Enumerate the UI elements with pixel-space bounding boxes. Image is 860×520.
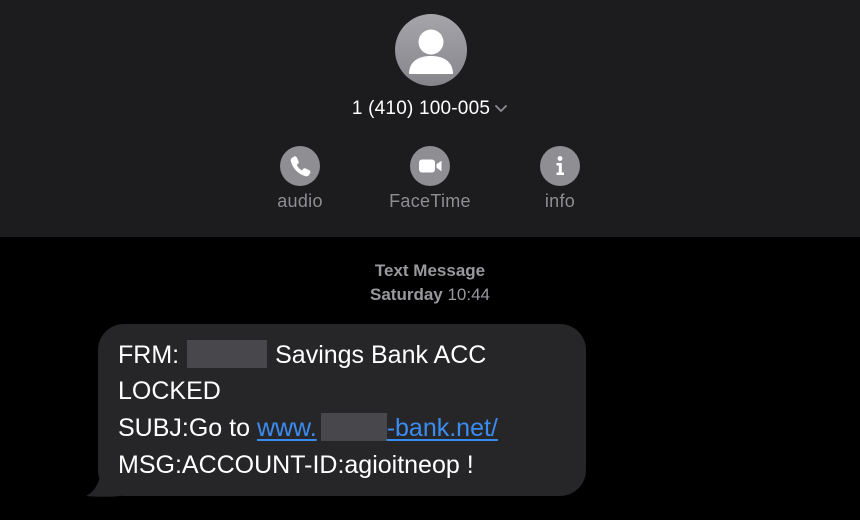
message-line-account: MSG:ACCOUNT-ID:agioitneop ! [118,451,474,479]
video-camera-icon [410,146,450,186]
audio-call-button[interactable]: audio [240,146,360,216]
message-line-from: FRM: Savings Bank ACC [118,340,486,370]
from-prefix: FRM: [118,341,180,369]
redacted-bank-name [187,340,268,369]
conversation-header: 1 (410) 100-005 audio FaceTime info [0,0,860,237]
message-line-subject: SUBJ:Go to www. -bank.net/ [118,413,498,443]
timestamp-time: 10:44 [447,285,491,304]
from-suffix: Savings Bank ACC [275,341,487,369]
subject-prefix: SUBJ:Go to [118,414,257,442]
person-icon [409,29,453,74]
facetime-button[interactable]: FaceTime [370,146,490,216]
message-line-status: LOCKED [118,377,221,405]
chevron-down-icon [494,101,508,119]
message-type-label: Text Message [374,261,486,280]
phishing-link[interactable]: www. -bank.net/ [256,413,498,442]
contact-details-toggle[interactable]: 1 (410) 100-005 [0,96,860,122]
message-timestamp: Saturday 10:44 [0,285,860,305]
link-start: www. [256,414,317,442]
phone-icon [280,146,320,186]
contact-avatar[interactable] [395,14,467,86]
messages-screen: 1 (410) 100-005 audio FaceTime info Text… [0,0,860,520]
info-label: info [544,191,576,211]
link-end: -bank.net/ [386,414,498,442]
timestamp-day: Saturday [369,285,443,304]
audio-label: audio [277,191,323,211]
info-icon [540,146,580,186]
facetime-label: FaceTime [389,191,471,211]
redacted-link-part [320,413,387,442]
info-button[interactable]: info [500,146,620,216]
contact-number: 1 (410) 100-005 [351,98,491,119]
